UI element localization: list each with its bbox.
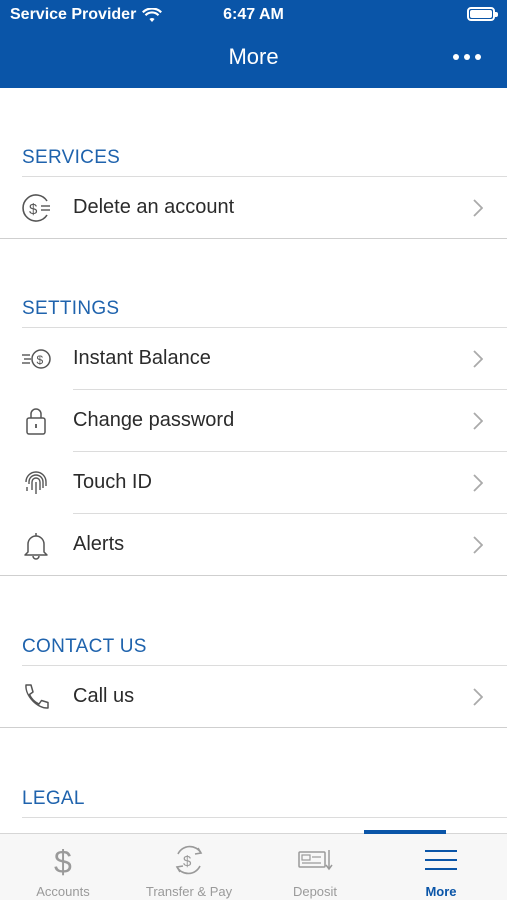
- dollar-icon: $: [54, 844, 72, 878]
- tab-more[interactable]: More: [378, 834, 504, 900]
- section-title-legal: LEGAL: [22, 788, 85, 809]
- page-title: More: [228, 44, 279, 69]
- tab-label: More: [425, 884, 457, 899]
- tab-deposit[interactable]: Deposit: [252, 834, 378, 900]
- row-label: Instant Balance: [73, 347, 211, 369]
- clock: 6:47 AM: [223, 6, 284, 23]
- row-label: Call us: [73, 685, 135, 707]
- chevron-right-icon: [473, 199, 483, 217]
- tab-label: Deposit: [292, 884, 338, 899]
- row-instant-balance[interactable]: $ Instant Balance: [0, 328, 507, 390]
- svg-text:$: $: [29, 201, 38, 218]
- tab-label: Accounts: [36, 884, 90, 899]
- check-deposit-icon: [298, 850, 333, 871]
- row-label: Delete an account: [73, 196, 235, 218]
- speed-dollar-icon: $: [22, 349, 51, 369]
- tab-bar: $ Accounts $ Transfer & Pay Deposit More: [0, 830, 507, 900]
- svg-text:$: $: [54, 844, 72, 878]
- chevron-right-icon: [473, 350, 483, 368]
- row-label: Alerts: [73, 533, 125, 555]
- row-label: Touch ID: [73, 471, 152, 493]
- section-title-settings: SETTINGS: [22, 298, 120, 319]
- dollar-circle-icon: $: [22, 194, 50, 222]
- row-call-us[interactable]: Call us: [0, 666, 507, 728]
- tab-label: Transfer & Pay: [145, 884, 233, 899]
- row-alerts[interactable]: Alerts: [0, 514, 507, 576]
- phone-icon: [25, 684, 49, 709]
- more-menu-list[interactable]: SERVICES $ Delete an account SETTINGS $ …: [0, 88, 507, 833]
- tab-transfer-pay[interactable]: $ Transfer & Pay: [126, 834, 252, 900]
- row-touch-id[interactable]: Touch ID: [0, 452, 507, 514]
- fingerprint-icon: [25, 471, 47, 494]
- tab-accounts[interactable]: $ Accounts: [0, 834, 126, 900]
- row-delete-account[interactable]: $ Delete an account: [0, 177, 507, 239]
- chevron-right-icon: [473, 474, 483, 492]
- status-bar: Service Provider 6:47 AM: [0, 0, 507, 30]
- transfer-icon: $: [175, 845, 203, 875]
- row-change-password[interactable]: Change password: [0, 390, 507, 452]
- bell-icon: [24, 533, 48, 560]
- section-title-contact: CONTACT US: [22, 636, 147, 657]
- section-title-services: SERVICES: [22, 147, 121, 168]
- lock-icon: [26, 408, 46, 435]
- menu-icon: [425, 850, 457, 870]
- chevron-right-icon: [473, 688, 483, 706]
- svg-text:$: $: [37, 353, 44, 367]
- svg-text:$: $: [183, 853, 192, 870]
- chevron-right-icon: [473, 536, 483, 554]
- battery-icon: [467, 7, 498, 21]
- app-header: Service Provider 6:47 AM More: [0, 0, 507, 88]
- chevron-right-icon: [473, 412, 483, 430]
- row-label: Change password: [73, 409, 235, 431]
- more-options-icon[interactable]: [453, 54, 481, 60]
